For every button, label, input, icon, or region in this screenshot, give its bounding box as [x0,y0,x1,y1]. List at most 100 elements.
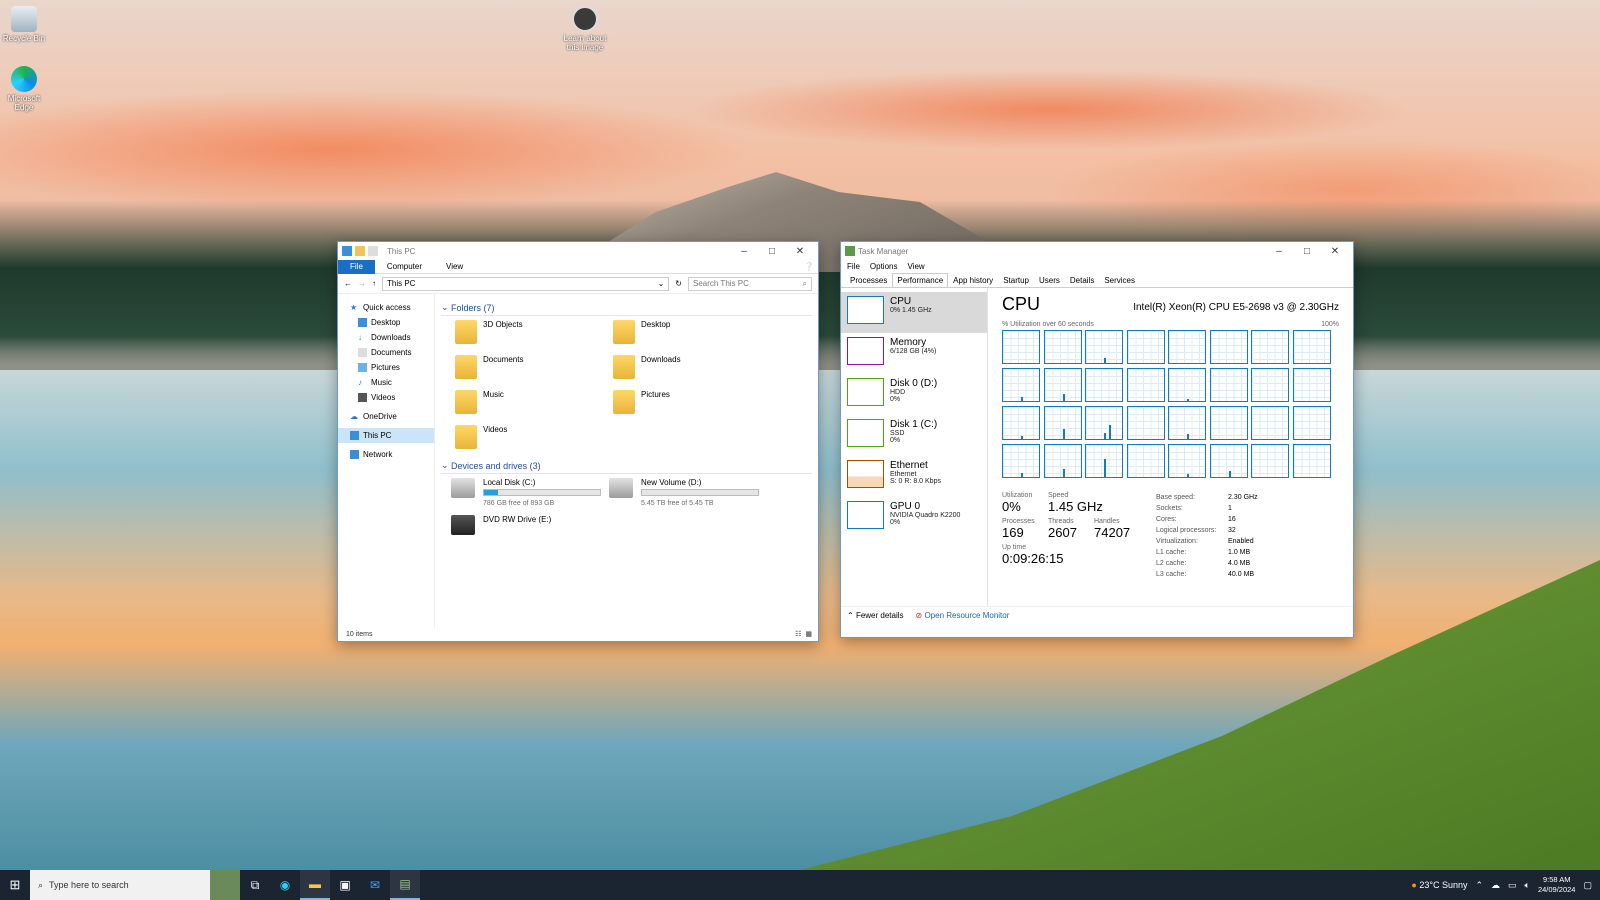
folder-3d-objects[interactable]: 3D Objects [455,320,613,345]
resource-disk-0[interactable]: Disk 0 (D:) HDD 0% [841,374,987,415]
taskbar-task-manager[interactable]: ▤ [390,870,420,900]
minimize-button[interactable]: – [730,246,758,257]
tab-details[interactable]: Details [1065,273,1099,287]
tab-app-history[interactable]: App history [948,273,998,287]
notifications-icon[interactable]: ▢ [1583,880,1592,891]
address-bar[interactable]: This PC ⌄ [382,276,670,291]
folder-icon: ▬ [309,877,321,891]
chevron-up-icon[interactable]: ⌃ [1475,880,1483,891]
chevron-up-icon: ⌃ [847,611,854,620]
up-icon[interactable]: ↑ [372,279,376,288]
back-icon[interactable]: ← [344,279,352,288]
download-icon: ↓ [358,333,362,342]
resource-gpu-0[interactable]: GPU 0 NVIDIA Quadro K2200 0% [841,497,987,538]
resource-memory[interactable]: Memory 6/128 GB (4%) [841,333,987,374]
large-icons-view-icon[interactable]: ▦ [805,630,812,638]
sidebar-item-this-pc[interactable]: This PC [338,428,434,443]
explorer-titlebar[interactable]: This PC – □ ✕ [338,242,818,260]
sidebar-item-network[interactable]: Network [338,447,434,462]
taskbar-file-explorer[interactable]: ▬ [300,870,330,900]
minimize-button[interactable]: – [1265,246,1293,257]
folder-videos[interactable]: Videos [455,425,613,450]
details-view-icon[interactable]: ☷ [795,630,801,638]
chevron-down-icon[interactable]: ⌄ [658,279,665,288]
close-button[interactable]: ✕ [786,246,814,257]
taskbar-edge[interactable]: ◉ [270,870,300,900]
tab-computer[interactable]: Computer [375,260,434,274]
drive-e[interactable]: DVD RW Drive (E:) [451,515,609,535]
cloud-icon[interactable]: ☁ [1491,880,1500,891]
menu-options[interactable]: Options [870,262,898,271]
recycle-bin-shortcut[interactable]: Recycle Bin [0,6,48,43]
network-icon[interactable]: ▭ [1508,880,1517,891]
core-graph [1209,406,1248,440]
window-title: This PC [387,246,416,256]
weather-widget[interactable]: ● 23°C Sunny [1411,880,1467,890]
mail-icon: ✉ [369,878,381,892]
spec-row: Virtualization: Enabled [1156,538,1254,545]
clock[interactable]: 9:58 AM 24/09/2024 [1538,875,1576,895]
start-button[interactable]: ⊞ [0,877,30,893]
folder-desktop[interactable]: Desktop [613,320,771,345]
volume-icon[interactable]: 🔈︎ [1525,880,1530,891]
task-manager-window[interactable]: Task Manager – □ ✕ File Options View Pro… [840,241,1354,638]
menu-view[interactable]: View [907,262,924,271]
tab-processes[interactable]: Processes [845,273,892,287]
sidebar-item-downloads[interactable]: ↓ Downloads [338,330,434,345]
sidebar-item-music[interactable]: ♪ Music [338,375,434,390]
core-graph [1085,368,1123,402]
core-usage-spike [1021,436,1023,439]
resource-cpu[interactable]: CPU 0% 1.45 GHz [841,292,987,333]
tab-startup[interactable]: Startup [998,273,1034,287]
task-view-button[interactable]: ⧉ [240,870,270,900]
sidebar-item-pictures[interactable]: Pictures [338,360,434,375]
edge-shortcut[interactable]: Microsoft Edge [0,66,48,112]
tab-users[interactable]: Users [1034,273,1065,287]
open-resource-monitor-link[interactable]: ⊘ Open Resource Monitor [916,611,1010,620]
close-button[interactable]: ✕ [1321,246,1349,257]
tab-services[interactable]: Services [1099,273,1140,287]
resource-ethernet[interactable]: Ethernet Ethernet S: 0 R: 8.0 Kbps [841,456,987,497]
resource-disk-1[interactable]: Disk 1 (C:) SSD 0% [841,415,987,456]
properties-icon[interactable] [355,246,365,256]
tab-file[interactable]: File [338,259,375,274]
sidebar-item-videos[interactable]: Videos [338,390,434,405]
taskmanager-titlebar[interactable]: Task Manager – □ ✕ [841,242,1353,260]
drive-c[interactable]: Local Disk (C:) 786 GB free of 893 GB [451,478,609,507]
core-graph [1043,368,1082,402]
fewer-details-button[interactable]: ⌃ Fewer details [847,611,904,620]
taskbar-mail[interactable]: ✉ [360,870,390,900]
sidebar-item-documents[interactable]: Documents [338,345,434,360]
folder-downloads[interactable]: Downloads [613,355,771,380]
refresh-icon[interactable]: ↻ [675,279,682,288]
search-highlight-image[interactable] [210,870,240,900]
sidebar-item-quick-access[interactable]: ★ Quick access [338,300,434,315]
maximize-button[interactable]: □ [758,246,786,257]
maximize-button[interactable]: □ [1293,246,1321,257]
folder-pictures[interactable]: Pictures [613,390,771,415]
folder-documents[interactable]: Documents [455,355,613,380]
forward-icon[interactable]: → [358,279,366,288]
menu-file[interactable]: File [847,262,860,271]
sidebar-item-desktop[interactable]: Desktop [338,315,434,330]
help-icon[interactable]: ❔ [804,262,814,271]
new-folder-icon[interactable] [368,246,378,256]
tab-performance[interactable]: Performance [892,273,949,287]
folders-section-header[interactable]: ⌄ Folders (7) [441,300,812,316]
drives-section-header[interactable]: ⌄ Devices and drives (3) [441,458,812,474]
taskbar-store[interactable]: ▣ [330,870,360,900]
resource-list: CPU 0% 1.45 GHz Memory 6/128 GB (4%) Disk … [841,288,987,606]
file-explorer-window[interactable]: This PC – □ ✕ File Computer View ❔ ← → ↑… [337,241,819,642]
learn-about-image-shortcut[interactable]: Learn about this image [561,6,609,52]
logical-processor-graphs[interactable] [1002,330,1339,478]
graph-caption: % Utilization over 60 seconds [1002,321,1094,328]
sidebar-item-onedrive[interactable]: ☁ OneDrive [338,409,434,424]
tab-view[interactable]: View [434,260,475,274]
taskbar-search-input[interactable]: ⌕ Type here to search [30,870,210,900]
folder-music[interactable]: Music [455,390,613,415]
search-input[interactable]: Search This PC ⌕ [688,276,812,291]
core-usage-spike [1021,473,1023,477]
drive-d[interactable]: New Volume (D:) 5.45 TB free of 5.45 TB [609,478,767,507]
core-graph [1251,444,1289,478]
spec-row: L2 cache: 4.0 MB [1156,560,1251,567]
